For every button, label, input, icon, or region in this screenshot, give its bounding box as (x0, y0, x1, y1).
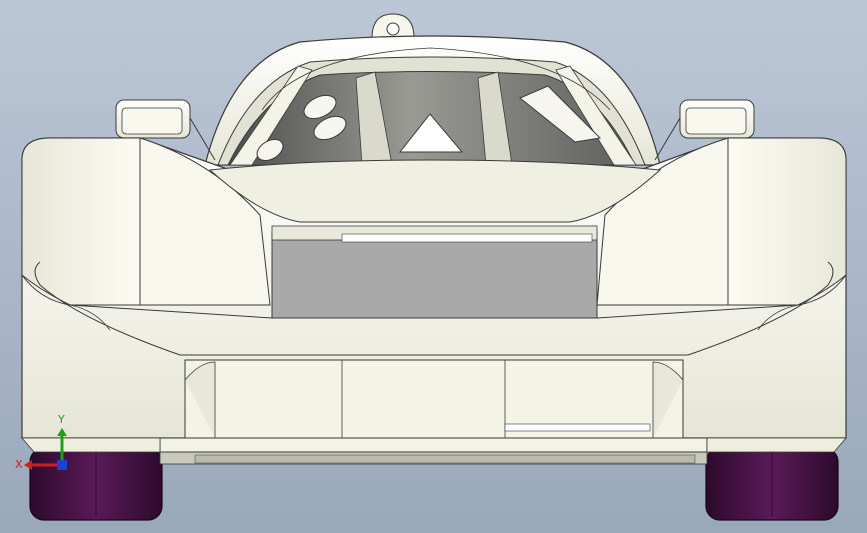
race-car-front-view-model[interactable] (0, 0, 867, 533)
x-axis-label: X (15, 458, 23, 471)
coordinate-triad: Y X (14, 410, 74, 480)
y-axis-label: Y (57, 413, 65, 426)
front-right-tire (705, 447, 839, 521)
z-axis-marker (57, 460, 67, 470)
roof-tow-hook (371, 13, 415, 39)
canopy (204, 35, 661, 166)
underbody-splitter (159, 451, 708, 465)
cad-graphics-viewport[interactable]: Y X (0, 0, 867, 533)
main-body (21, 137, 847, 453)
